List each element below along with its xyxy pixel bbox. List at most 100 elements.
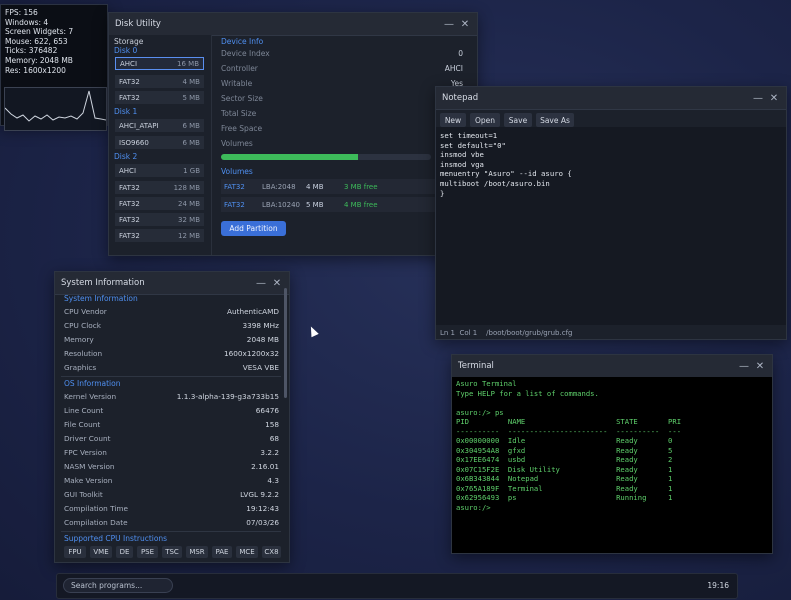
close-icon[interactable]: ✕ xyxy=(271,278,283,289)
partition-size: 32 MB xyxy=(178,215,200,224)
save-as-button[interactable]: Save As xyxy=(536,113,574,127)
fps-graph xyxy=(4,87,107,131)
partition-label: FAT32 xyxy=(119,93,140,102)
disk-0-label: Disk 0 xyxy=(114,46,138,55)
partition-item[interactable]: AHCI 16 MB xyxy=(115,57,204,70)
storage-panel: Storage Disk 0 AHCI 16 MB FAT32 4 MB FAT32… xyxy=(109,35,212,255)
clock: 19:16 xyxy=(707,581,729,590)
add-partition-button[interactable]: Add Partition xyxy=(221,221,286,236)
info-key: Driver Count xyxy=(64,434,111,443)
volumes-usage-fill xyxy=(221,154,358,160)
open-button[interactable]: Open xyxy=(470,113,500,127)
new-button[interactable]: New xyxy=(440,113,466,127)
partition-item[interactable]: AHCI_ATAPI 6 MB xyxy=(115,119,204,132)
info-key: Device Index xyxy=(221,49,270,58)
partition-label: AHCI xyxy=(120,59,138,68)
volume-row[interactable]: FAT32 LBA:10240 5 MB 4 MB free xyxy=(221,197,459,212)
editor-line: set timeout=1 xyxy=(440,131,498,140)
window-title: Disk Utility xyxy=(115,19,161,29)
info-value: VESA VBE xyxy=(242,363,279,372)
disk-utility-titlebar[interactable]: Disk Utility — ✕ xyxy=(109,13,477,36)
search-programs-input[interactable]: Search programs... xyxy=(63,578,173,593)
close-icon[interactable]: ✕ xyxy=(754,361,766,372)
terminal-titlebar[interactable]: Terminal — ✕ xyxy=(452,355,772,378)
info-row: File Count 158 xyxy=(64,420,279,429)
info-value: 66476 xyxy=(255,406,279,415)
partition-item[interactable]: FAT32 24 MB xyxy=(115,197,204,210)
info-row: Controller AHCI xyxy=(221,64,463,73)
info-row: NASM Version 2.16.01 xyxy=(64,462,279,471)
window-title: System Information xyxy=(61,278,145,288)
info-key: Kernel Version xyxy=(64,392,117,401)
info-row: Kernel Version 1.1.3-alpha-139-g3a733b15 xyxy=(64,392,279,401)
close-icon[interactable]: ✕ xyxy=(459,19,471,30)
info-value: 68 xyxy=(269,434,279,443)
cpu-flag-chip: CX8 xyxy=(262,546,281,558)
partition-item[interactable]: ISO9660 6 MB xyxy=(115,136,204,149)
partition-item[interactable]: FAT32 32 MB xyxy=(115,213,204,226)
disk-utility-window: Disk Utility — ✕ Storage Disk 0 AHCI 16 M… xyxy=(108,12,478,256)
volume-row[interactable]: FAT32 LBA:2048 4 MB 3 MB free xyxy=(221,179,459,194)
terminal-line: asuro:/> ps xyxy=(456,407,504,417)
info-value: 3.2.2 xyxy=(260,448,279,457)
info-value: AHCI xyxy=(444,64,463,73)
divider xyxy=(61,531,281,532)
info-key: Resolution xyxy=(64,349,103,358)
cpu-flag-chip: FPU xyxy=(64,546,86,558)
divider xyxy=(61,376,281,377)
close-icon[interactable]: ✕ xyxy=(768,93,780,104)
partition-label: FAT32 xyxy=(119,231,140,240)
section-cpu-instructions: Supported CPU Instructions xyxy=(64,534,168,543)
info-value: 158 xyxy=(265,420,279,429)
disk-1-label: Disk 1 xyxy=(114,107,138,116)
editor-line: multiboot /boot/asuro.bin xyxy=(440,178,550,188)
terminal-line: 0x765A189F Terminal Ready 1 xyxy=(456,483,673,493)
info-value: 07/03/26 xyxy=(246,518,279,527)
terminal-window: Terminal — ✕ Asuro Terminal Type HELP for… xyxy=(451,354,773,554)
info-key: Compilation Time xyxy=(64,504,128,513)
system-info-titlebar[interactable]: System Information — ✕ xyxy=(55,272,289,295)
scrollbar[interactable] xyxy=(284,288,287,398)
info-row: CPU Clock 3398 MHz xyxy=(64,321,279,330)
device-info-label: Device Info xyxy=(221,37,264,46)
partition-size: 16 MB xyxy=(177,59,199,68)
partition-label: FAT32 xyxy=(119,77,140,86)
partition-size: 4 MB xyxy=(182,77,200,86)
info-row: Total Size xyxy=(221,109,463,118)
info-key: CPU Clock xyxy=(64,321,101,330)
partition-label: FAT32 xyxy=(119,215,140,224)
windows-readout: Windows: 4 xyxy=(5,17,49,27)
minimize-icon[interactable]: — xyxy=(752,93,764,104)
cpu-flag-chip: VME xyxy=(90,546,112,558)
cpu-flag-chip: TSC xyxy=(162,546,182,558)
volume-size: 5 MB xyxy=(306,200,324,209)
info-value: 19:12:43 xyxy=(246,504,279,513)
partition-item[interactable]: FAT32 12 MB xyxy=(115,229,204,242)
editor-line: set default="0" xyxy=(440,140,506,150)
volumes-bar-label: Volumes xyxy=(221,139,463,148)
notepad-titlebar[interactable]: Notepad — ✕ xyxy=(436,87,786,110)
partition-label: AHCI_ATAPI xyxy=(119,121,159,130)
volume-free: 3 MB free xyxy=(344,182,378,191)
info-row: Device Index 0 xyxy=(221,49,463,58)
terminal-screen[interactable]: Asuro Terminal Type HELP for a list of co… xyxy=(452,377,772,553)
text-editor[interactable]: set timeout=1 set default="0" insmod vbe… xyxy=(436,127,786,325)
storage-label: Storage xyxy=(114,37,144,46)
memory-readout: Memory: 2048 MB xyxy=(5,55,73,65)
minimize-icon[interactable]: — xyxy=(738,361,750,372)
info-key: Make Version xyxy=(64,476,113,485)
volume-size: 4 MB xyxy=(306,182,324,191)
partition-item[interactable]: FAT32 128 MB xyxy=(115,181,204,194)
info-row: Line Count 66476 xyxy=(64,406,279,415)
partition-item[interactable]: FAT32 4 MB xyxy=(115,75,204,88)
partition-item[interactable]: FAT32 5 MB xyxy=(115,91,204,104)
minimize-icon[interactable]: — xyxy=(255,278,267,289)
info-key: NASM Version xyxy=(64,462,115,471)
partition-item[interactable]: AHCI 1 GB xyxy=(115,164,204,177)
minimize-icon[interactable]: — xyxy=(443,19,455,30)
partition-size: 128 MB xyxy=(173,183,200,192)
info-key: FPC Version xyxy=(64,448,107,457)
volume-lba: LBA:10240 xyxy=(262,200,300,209)
save-button[interactable]: Save xyxy=(504,113,532,127)
volume-free: 4 MB free xyxy=(344,200,378,209)
